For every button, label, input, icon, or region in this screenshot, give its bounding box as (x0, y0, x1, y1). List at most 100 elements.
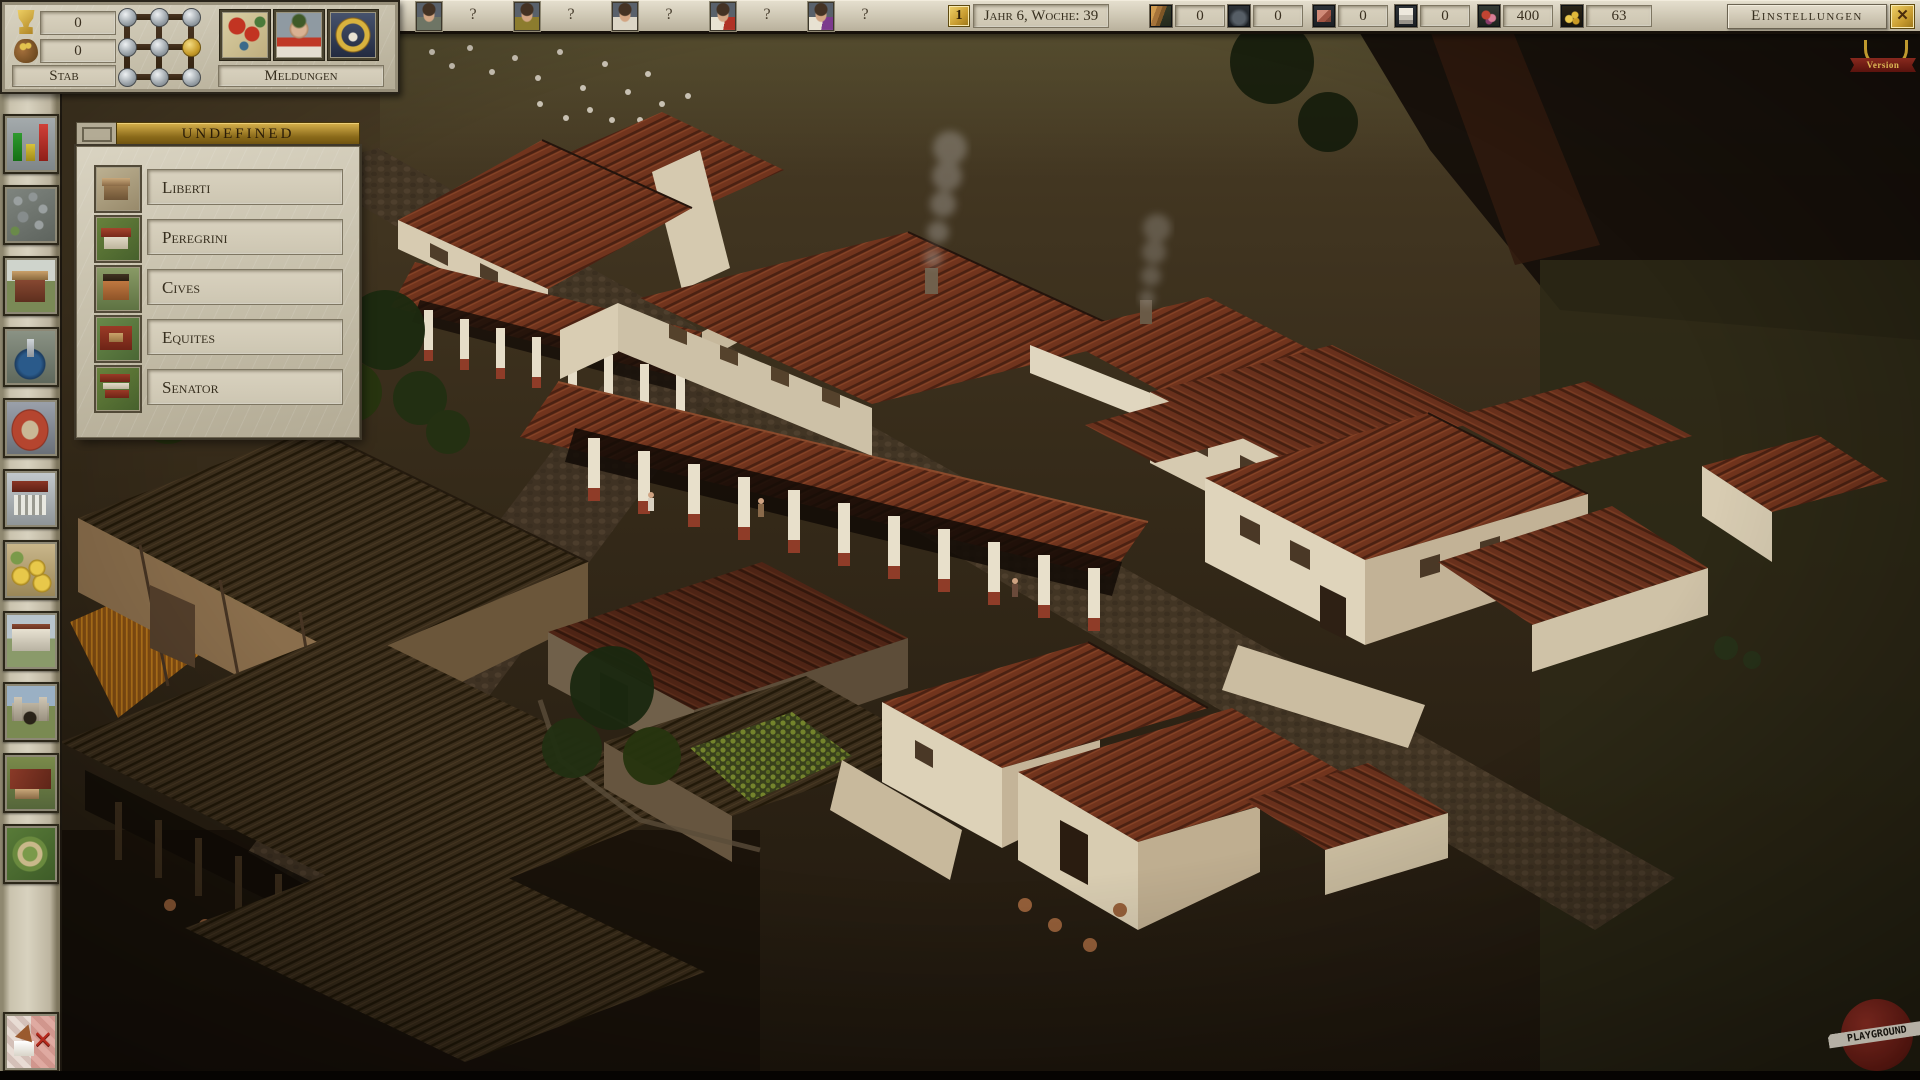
demolish-icon (7, 1016, 55, 1068)
close-button[interactable]: ✕ (1890, 4, 1915, 29)
sidebar-item-statistics[interactable] (3, 114, 59, 174)
population-label: Equites (147, 319, 343, 355)
construction-icon (7, 615, 55, 667)
population-row-equites[interactable]: Equites (77, 315, 359, 359)
population-label: Peregrini (147, 219, 343, 255)
date-text: Jahr 6, Woche: 39 (984, 8, 1099, 24)
silver-coin-node[interactable] (182, 68, 201, 87)
emperor-portrait-icon[interactable] (274, 10, 324, 60)
gold-coin-node[interactable] (182, 38, 201, 57)
senator-villa-icon (94, 365, 142, 413)
sidebar-item-water[interactable] (3, 327, 59, 387)
panel-body: Liberti Peregrini Cives Equites Senator (76, 146, 360, 438)
silver-coin-node[interactable] (118, 8, 137, 27)
advisor-portrait-icon[interactable] (416, 2, 442, 31)
population-label: Liberti (147, 169, 343, 205)
marble-icon (1395, 5, 1417, 27)
meldungen-label: Meldungen (218, 65, 384, 87)
advisor-status-box: ? (445, 4, 501, 26)
advisor-portrait-icon[interactable] (710, 2, 736, 31)
advisor-portrait-icon[interactable] (808, 2, 834, 31)
advisor-portrait-icon[interactable] (514, 2, 540, 31)
version-ribbon: Version (1850, 58, 1916, 72)
advisor-status-text: ? (861, 6, 868, 23)
studio-watermark: PLAYGROUND (1836, 995, 1920, 1077)
advisor-status-text: ? (469, 6, 476, 23)
food-icon (1478, 5, 1500, 27)
sidebar-item-demolish[interactable] (3, 1012, 59, 1072)
population-row-peregrini[interactable]: Peregrini (77, 215, 359, 259)
advisor-status-box: ? (543, 4, 599, 26)
game-speed-badge[interactable]: 1 (948, 5, 970, 27)
population-panel: UNDEFINED Liberti Peregrini Cives Equite… (76, 121, 358, 436)
silver-coin-node[interactable] (150, 8, 169, 27)
advisor-portrait-icon[interactable] (612, 2, 638, 31)
advisor-status-box: ? (739, 4, 795, 26)
advisor-status-box: ? (837, 4, 893, 26)
advisor-status-text: ? (763, 6, 770, 23)
sidebar-item-housing[interactable] (3, 256, 59, 316)
silver-coin-node[interactable] (182, 8, 201, 27)
coin-pouch-icon (14, 39, 38, 63)
arena-icon (7, 402, 55, 454)
food-count: 400 (1503, 5, 1553, 27)
city-gate-icon (7, 686, 55, 738)
sidebar-item-decoration[interactable] (3, 824, 59, 884)
version-badge: Version (1850, 38, 1916, 86)
version-text: Version (1867, 60, 1900, 70)
stab-label: Stab (12, 65, 116, 87)
temple-icon (7, 473, 55, 525)
coin-network-grid[interactable] (118, 8, 212, 86)
population-label: Senator (147, 369, 343, 405)
advisor-status-box: ? (641, 4, 697, 26)
sidebar-item-market[interactable] (3, 540, 59, 600)
population-label: Cives (147, 269, 343, 305)
sidebar-item-roads[interactable] (3, 185, 59, 245)
house-icon (7, 260, 55, 312)
silver-coin-node[interactable] (150, 68, 169, 87)
letterbox-bar (0, 1071, 1920, 1080)
panel-title: UNDEFINED (116, 122, 360, 147)
equites-villa-icon (94, 315, 142, 363)
population-row-senator[interactable]: Senator (77, 365, 359, 409)
date-display: Jahr 6, Woche: 39 (973, 4, 1109, 28)
gold-icon (1561, 5, 1583, 27)
wood-icon (1150, 5, 1172, 27)
bar-chart-icon (7, 118, 55, 170)
barn-icon (7, 757, 55, 809)
sidebar-item-entertainment[interactable] (3, 398, 59, 458)
liberti-hut-icon (94, 165, 142, 213)
app-root: ? ? ? ? ? 1 Jahr 6, Woche: 39 0 0 0 0 40… (0, 0, 1920, 1080)
population-row-liberti[interactable]: Liberti (77, 165, 359, 209)
silver-coin-node[interactable] (118, 68, 137, 87)
trophy-icon (14, 10, 38, 34)
coin-count: 0 (40, 39, 116, 63)
advisor-status-text: ? (567, 6, 574, 23)
silver-coin-node[interactable] (150, 38, 169, 57)
iron-count: 0 (1253, 5, 1303, 27)
population-row-cives[interactable]: Cives (77, 265, 359, 309)
peregrini-house-icon (94, 215, 142, 263)
brick-icon (1313, 5, 1335, 27)
goods-icon (7, 544, 55, 596)
trophy-count: 0 (40, 11, 116, 35)
silver-coin-node[interactable] (118, 38, 137, 57)
cives-house-icon (94, 265, 142, 313)
gold-count: 63 (1586, 5, 1652, 27)
brick-count: 0 (1338, 5, 1388, 27)
iron-icon (1228, 5, 1250, 27)
sidebar-item-farming[interactable] (3, 753, 59, 813)
settings-button[interactable]: Einstellungen (1727, 4, 1887, 29)
sidebar-item-religion[interactable] (3, 469, 59, 529)
fountain-icon (7, 331, 55, 383)
stab-panel: 0 0 Stab Meldungen (0, 0, 400, 94)
greek-key-icon (76, 122, 118, 147)
advisor-status-text: ? (665, 6, 672, 23)
marble-count: 0 (1420, 5, 1470, 27)
sidebar-item-fortification[interactable] (3, 682, 59, 742)
empire-map-icon[interactable] (220, 10, 270, 60)
sidebar-item-industry[interactable] (3, 611, 59, 671)
laurel-medal-icon[interactable] (328, 10, 378, 60)
wood-count: 0 (1175, 5, 1225, 27)
cobblestone-icon (7, 189, 55, 241)
